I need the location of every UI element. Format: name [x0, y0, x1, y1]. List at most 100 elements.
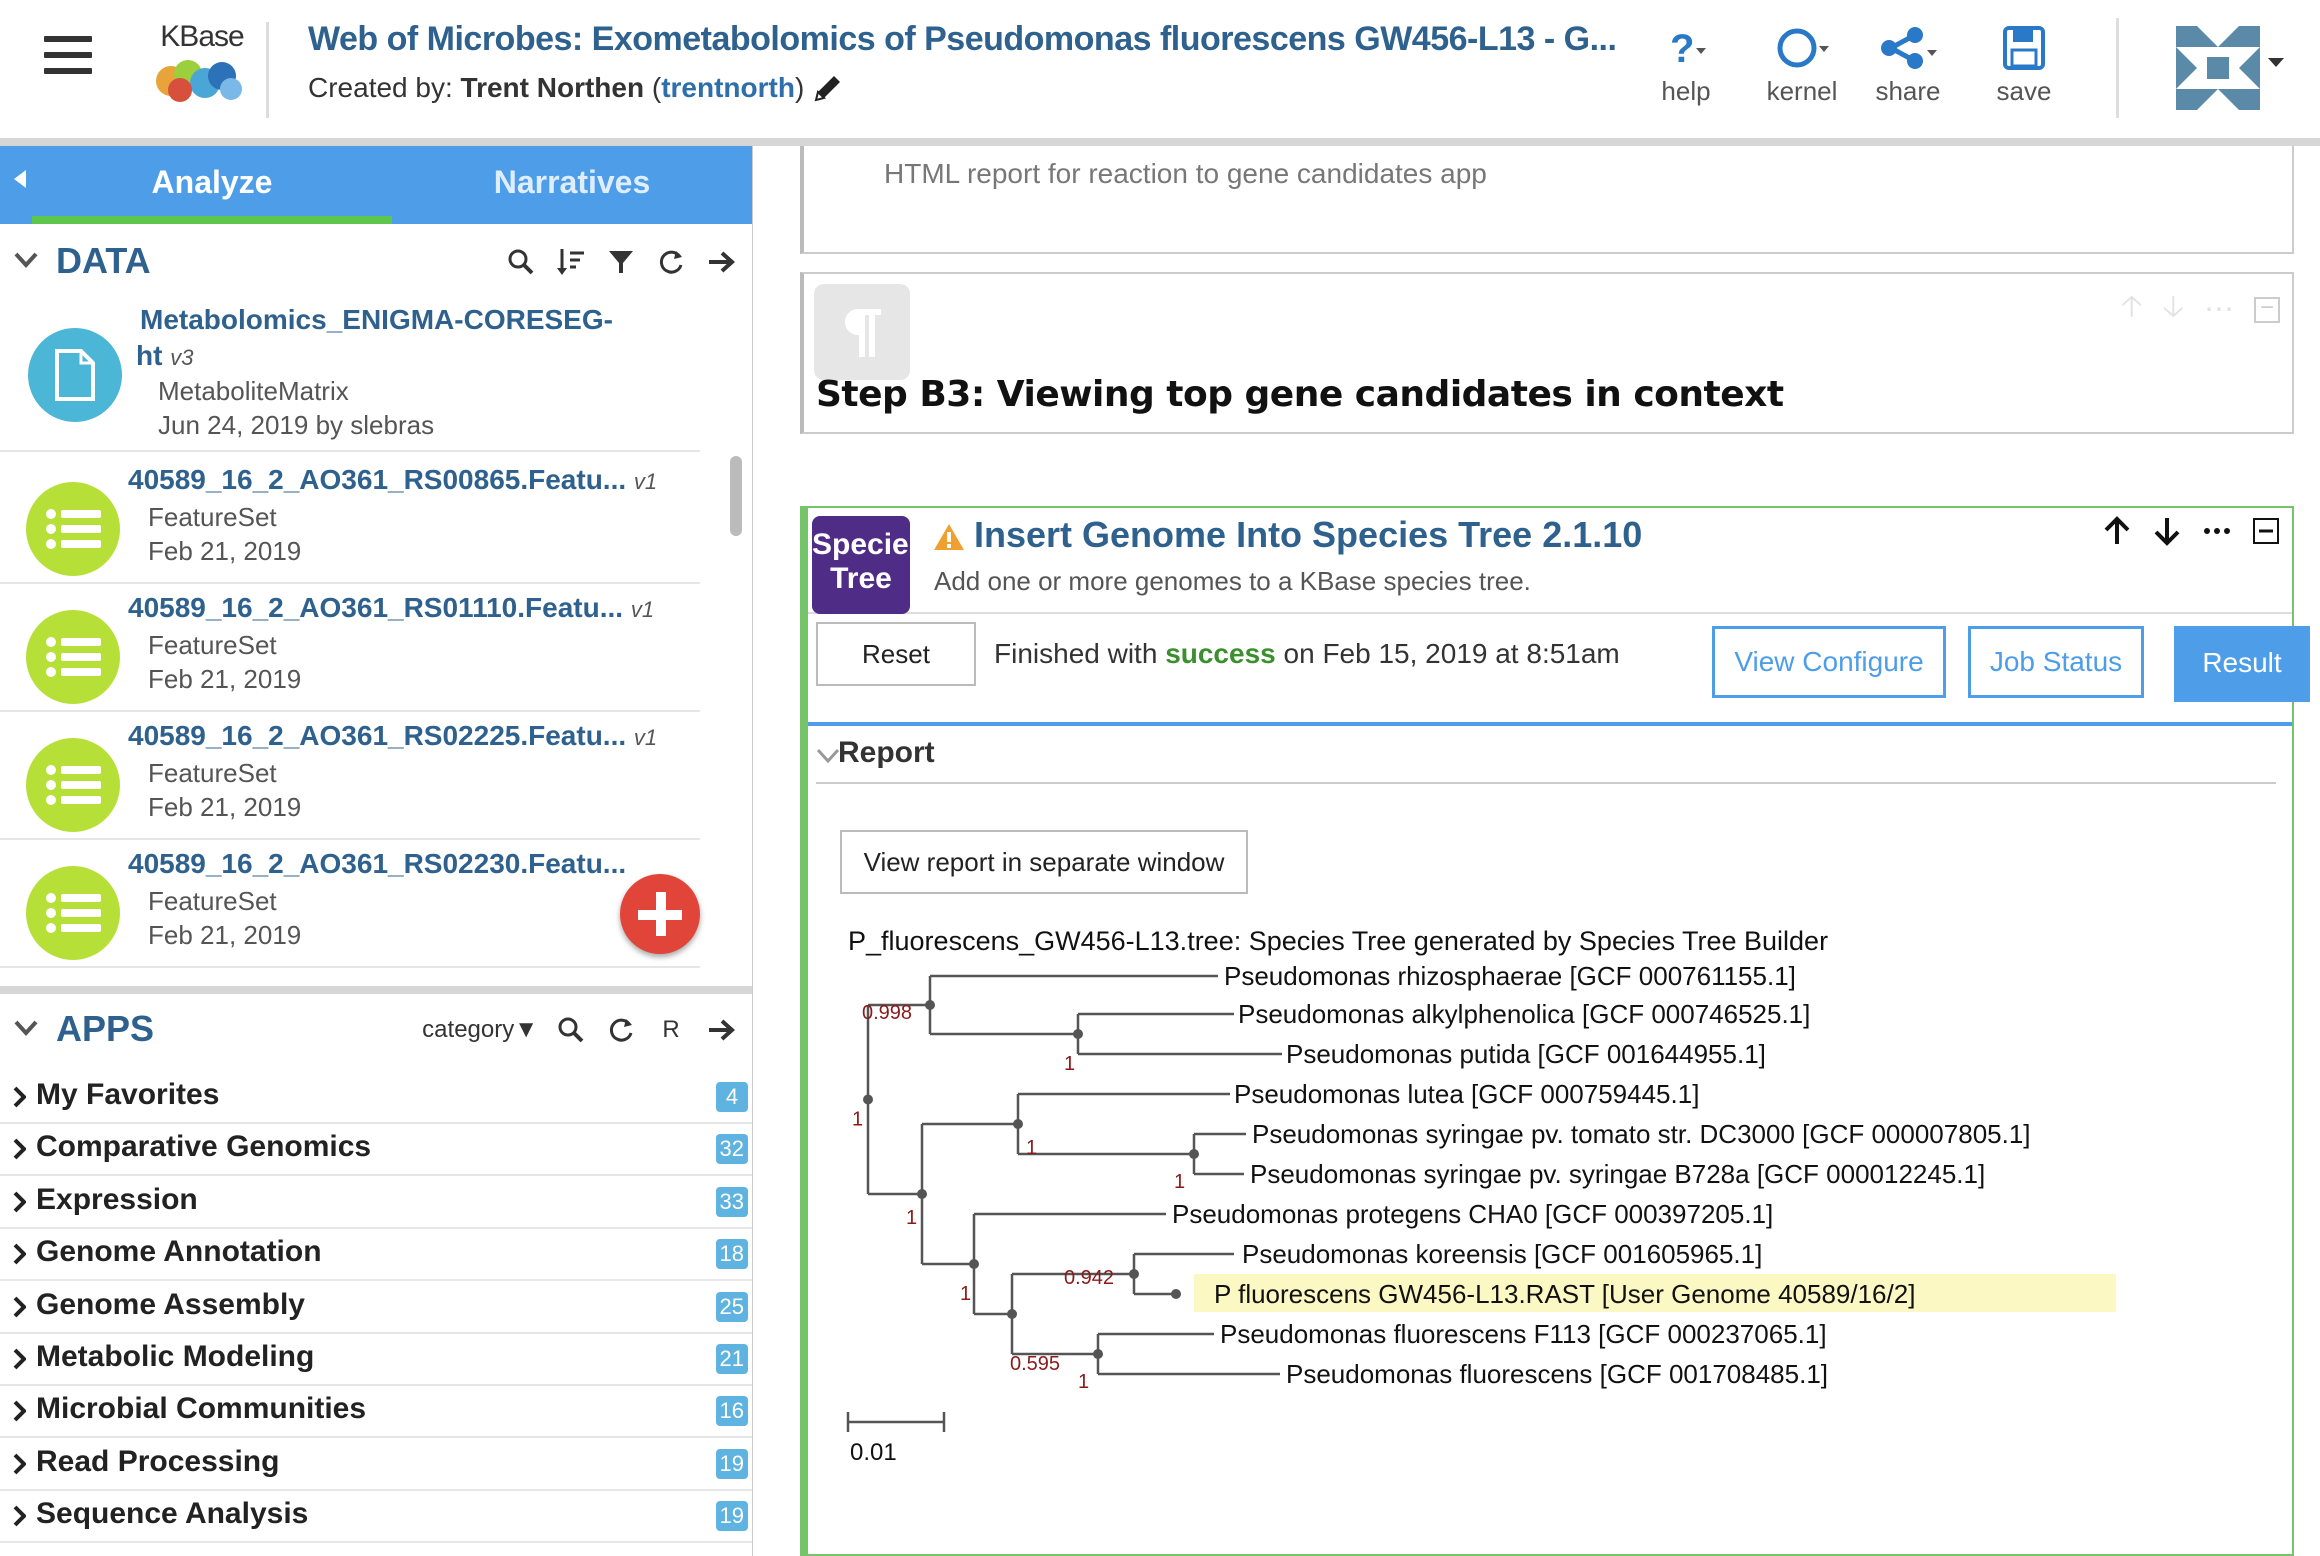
data-list-scrollbar[interactable]	[730, 456, 742, 536]
job-status-button[interactable]: Job Status	[1968, 626, 2144, 698]
arrow-right-icon[interactable]	[704, 1013, 738, 1047]
side-panel: Analyze Narratives DATA Metabolomics_ENI…	[0, 146, 753, 1556]
chevron-down-icon[interactable]	[14, 248, 38, 272]
category-filter[interactable]: category▼	[422, 1016, 538, 1044]
app-category-row[interactable]: Genome Annotation 18	[0, 1229, 752, 1282]
data-item-name[interactable]: 40589_16_2_AO361_RS02225.Featu... v1	[128, 720, 657, 752]
app-category-name: Sequence Analysis	[36, 1497, 309, 1531]
share-icon	[1881, 27, 1937, 69]
app-category-row[interactable]: Metabolic Modeling 21	[0, 1334, 752, 1386]
data-item[interactable]: 40589_16_2_AO361_RS00865.Featu... v1 Fea…	[0, 456, 700, 584]
list-icon	[26, 482, 120, 576]
creator-username-link[interactable]: trentnorth	[661, 72, 795, 103]
creator-name: Trent Northen	[460, 72, 645, 103]
add-data-button[interactable]	[620, 874, 700, 954]
chevron-down-icon[interactable]	[816, 744, 840, 768]
app-category-row[interactable]: Expression 33	[0, 1177, 752, 1229]
share-button[interactable]: share	[1858, 26, 1958, 116]
tree-node	[863, 1094, 873, 1105]
more-options-icon[interactable]: ⋯	[2204, 292, 2234, 327]
data-item-name[interactable]: 40589_16_2_AO361_RS00865.Featu... v1	[128, 464, 657, 496]
app-category-count-badge: 4	[716, 1082, 748, 1112]
report-title: Report	[838, 736, 935, 769]
app-category-row[interactable]: Genome Assembly 25	[0, 1282, 752, 1334]
refresh-icon[interactable]	[604, 1013, 638, 1047]
more-options-icon[interactable]	[2202, 516, 2232, 546]
data-item[interactable]: Metabolomics_ENIGMA-CORESEG- ht v3 Metab…	[0, 296, 700, 452]
app-category-count-badge: 19	[715, 1448, 748, 1479]
apps-separator	[0, 986, 752, 994]
save-button[interactable]: save	[1974, 26, 2074, 116]
avatar-dropdown-caret-icon[interactable]	[2268, 58, 2284, 67]
data-item-type: FeatureSet	[148, 886, 277, 916]
save-icon	[2003, 26, 2045, 70]
tree-node	[1189, 1149, 1199, 1159]
app-cell: Species Tree Insert Genome Into Species …	[800, 506, 2310, 1556]
app-category-name: My Favorites	[36, 1078, 220, 1111]
help-button[interactable]: ? help	[1636, 26, 1736, 116]
view-configure-button[interactable]: View Configure	[1712, 626, 1946, 698]
tree-leaf-label: Pseudomonas alkylphenolica [GCF 00074652…	[1238, 999, 1810, 1029]
move-up-icon[interactable]	[2102, 516, 2132, 546]
move-up-icon[interactable]: 🡡	[2121, 284, 2143, 335]
result-button[interactable]: Result	[2174, 626, 2310, 702]
data-item-version: v1	[633, 469, 658, 494]
data-item[interactable]: 40589_16_2_AO361_RS01110.Featu... v1 Fea…	[0, 584, 700, 712]
report-section-header[interactable]: Report	[808, 732, 2292, 782]
kernel-button[interactable]: kernel	[1752, 26, 1852, 116]
data-item-name[interactable]: Metabolomics_ENIGMA-CORESEG-	[140, 304, 613, 336]
tree-leaf-label: Pseudomonas protegens CHA0 [GCF 00039720…	[1172, 1199, 1773, 1229]
search-icon[interactable]	[554, 1013, 588, 1047]
filter-icon[interactable]	[604, 245, 638, 279]
header-divider	[266, 22, 269, 118]
species-tree-app-icon: Species Tree	[812, 516, 925, 614]
tree-node	[1093, 1349, 1103, 1359]
refresh-icon[interactable]	[654, 245, 688, 279]
user-avatar[interactable]	[2176, 26, 2260, 110]
reset-button[interactable]: Reset	[816, 622, 976, 686]
app-category-name: Genome Assembly	[36, 1287, 305, 1321]
data-item-date: Feb 21, 2019	[148, 792, 302, 822]
app-category-row[interactable]: Sequence Analysis 19	[0, 1491, 752, 1544]
category-filter-label: category	[422, 1016, 515, 1043]
narrative-main: HTML report for reaction to gene candida…	[760, 146, 2320, 1556]
data-item-name[interactable]: 40589_16_2_AO361_RS02230.Featu...	[128, 848, 626, 880]
app-category-row[interactable]: Read Processing 19	[0, 1439, 752, 1491]
app-category-row[interactable]: Comparative Genomics 32	[0, 1124, 752, 1177]
tab-narratives[interactable]: Narratives	[392, 146, 752, 224]
search-icon[interactable]	[504, 245, 538, 279]
narrative-title[interactable]: Web of Microbes: Exometabolomics of Pseu…	[308, 20, 1617, 59]
app-title[interactable]: Insert Genome Into Species Tree 2.1.10	[974, 514, 1642, 556]
data-item-date: Jun 24, 2019 by slebras	[158, 410, 435, 440]
collapse-cell-icon[interactable]: −	[2254, 295, 2280, 323]
pencil-icon[interactable]	[810, 70, 846, 106]
list-icon	[26, 738, 120, 832]
sort-icon[interactable]	[554, 245, 588, 279]
kbase-logo[interactable]: KBase	[150, 20, 254, 110]
data-item-version: v1	[633, 725, 658, 750]
app-category-row[interactable]: My Favorites 4	[0, 1072, 752, 1124]
collapse-panel-icon[interactable]	[14, 170, 26, 188]
tree-support-value: 1	[1078, 1371, 1089, 1393]
move-down-icon[interactable]: 🡣	[2162, 284, 2184, 335]
r-filter-button[interactable]: R	[654, 1013, 688, 1047]
move-down-icon[interactable]	[2152, 516, 2182, 546]
tree-support-value: 0.998	[862, 1002, 912, 1024]
markdown-cell[interactable]: 🡡 🡣 ⋯ − Step B3: Viewing top gene candid…	[800, 272, 2294, 434]
tab-analyze[interactable]: Analyze	[32, 146, 392, 224]
app-category-name: Genome Annotation	[36, 1235, 322, 1269]
warning-icon[interactable]	[932, 522, 966, 552]
tree-node	[925, 1000, 935, 1010]
app-category-row[interactable]: Microbial Communities 16	[0, 1386, 752, 1439]
menu-icon[interactable]	[44, 36, 92, 78]
view-report-separate-window-button[interactable]: View report in separate window	[840, 830, 1248, 894]
app-cell-controls	[2102, 516, 2280, 546]
collapse-cell-icon[interactable]	[2252, 517, 2280, 545]
save-label: save	[1996, 76, 2052, 106]
data-item[interactable]: 40589_16_2_AO361_RS02230.Featu... Featur…	[0, 840, 700, 968]
data-item-name[interactable]: 40589_16_2_AO361_RS01110.Featu... v1	[128, 592, 654, 624]
chevron-down-icon[interactable]	[14, 1016, 38, 1040]
arrow-right-icon[interactable]	[704, 245, 738, 279]
output-cell[interactable]: HTML report for reaction to gene candida…	[800, 146, 2294, 254]
data-item[interactable]: 40589_16_2_AO361_RS02225.Featu... v1 Fea…	[0, 712, 700, 840]
